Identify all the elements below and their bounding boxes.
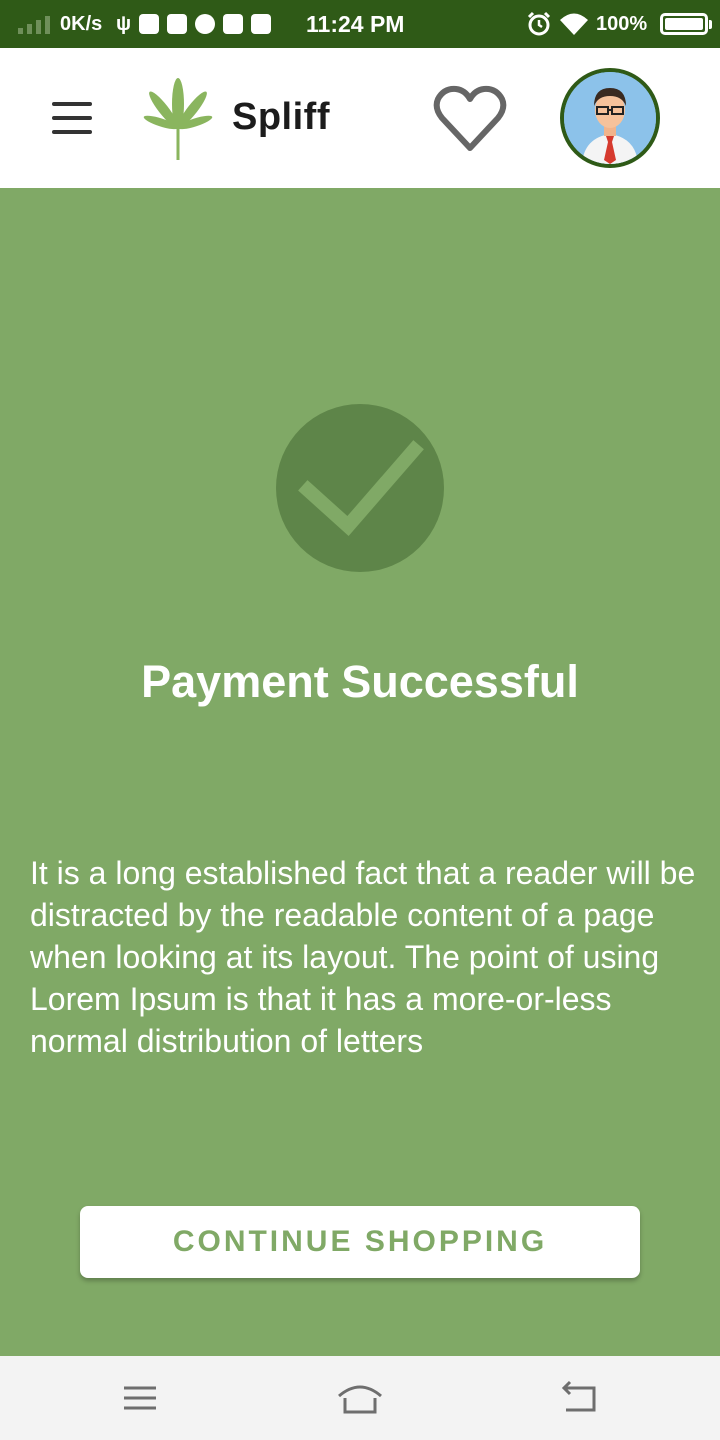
- usb-icon: ψ: [116, 12, 132, 35]
- battery-percent: 100%: [596, 12, 648, 35]
- check-icon: [298, 440, 424, 536]
- cannabis-leaf-logo: [143, 78, 213, 160]
- profile-avatar[interactable]: [560, 68, 660, 168]
- network-speed: 0K/s: [60, 12, 103, 35]
- continue-shopping-button[interactable]: CONTINUE SHOPPING: [80, 1206, 640, 1278]
- mic-icon: [251, 14, 272, 34]
- back-icon[interactable]: [558, 1378, 602, 1418]
- home-icon[interactable]: [336, 1378, 384, 1418]
- page-title: Payment Successful: [141, 656, 579, 707]
- messenger-icon: [195, 14, 216, 34]
- app-title: Spliff: [232, 96, 330, 138]
- success-check-circle: [276, 404, 444, 572]
- recents-icon[interactable]: [118, 1378, 162, 1418]
- battery-icon: [660, 0, 712, 48]
- app-notification-icon: [139, 14, 160, 34]
- clock: 11:24 PM: [306, 10, 405, 37]
- shield-icon: [223, 14, 244, 34]
- notification-icons: ψ: [116, 0, 272, 48]
- wifi-icon: [558, 0, 590, 48]
- system-nav-bar: [0, 1356, 720, 1440]
- menu-icon[interactable]: [46, 96, 98, 140]
- heart-icon[interactable]: [432, 84, 508, 154]
- success-message: It is a long established fact that a rea…: [30, 855, 696, 1059]
- status-bar: 0K/s ψ 11:24 PM 100%: [0, 0, 720, 48]
- app-bar: Spliff: [0, 48, 720, 188]
- signal-icon: [18, 0, 50, 48]
- alarm-icon: [526, 0, 552, 48]
- mail-icon: [167, 14, 188, 34]
